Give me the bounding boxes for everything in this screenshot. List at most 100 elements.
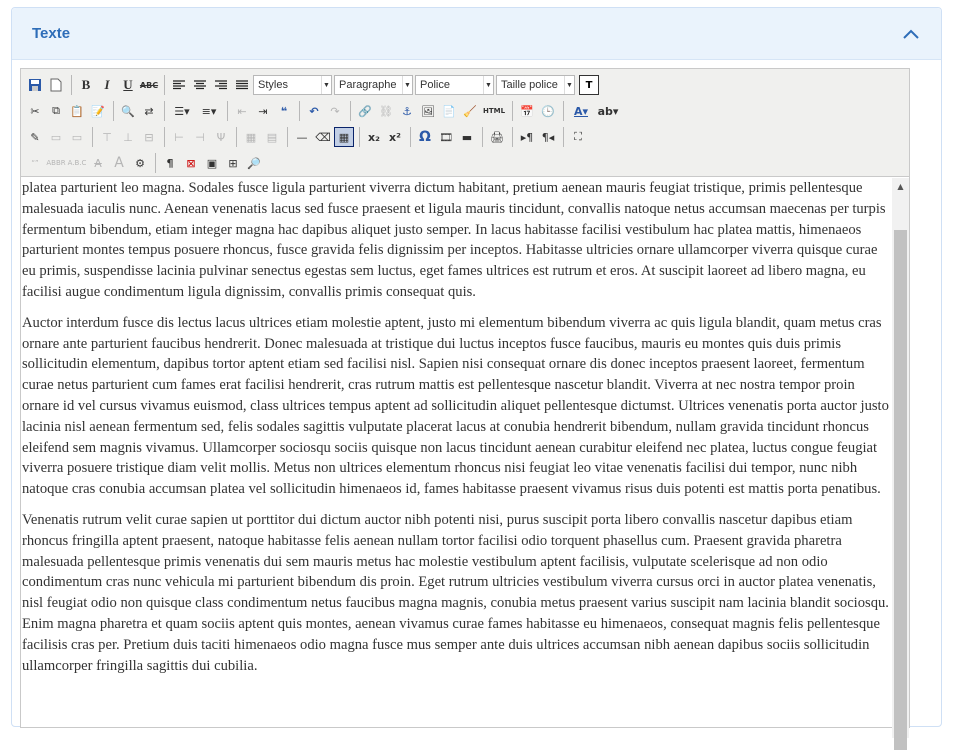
- insert-time-icon[interactable]: 🕒: [538, 101, 558, 121]
- insert-date-icon[interactable]: 📅: [517, 101, 537, 121]
- font-size-dropdown[interactable]: Taille police ▼: [496, 75, 575, 95]
- html-source-icon[interactable]: HTML: [481, 101, 507, 121]
- abbr-icon[interactable]: ABBR: [46, 153, 66, 173]
- insert-row-after-icon[interactable]: ⊥: [118, 127, 138, 147]
- insert-col-before-icon[interactable]: ⊢: [169, 127, 189, 147]
- cut-icon[interactable]: ✂: [25, 101, 45, 121]
- superscript-icon[interactable]: x²: [385, 127, 405, 147]
- preview-icon[interactable]: 🔎: [244, 153, 264, 173]
- paragraph-dropdown-label: Paragraphe: [339, 79, 397, 91]
- toolbar-row-1: B I U ABC Styles ▼ Paragraphe ▼ Police ▼ Ta…: [25, 72, 905, 98]
- strikethrough-icon[interactable]: ABC: [139, 75, 159, 95]
- subscript-icon[interactable]: x₂: [364, 127, 384, 147]
- toolbar-separator: [482, 127, 483, 147]
- styles-dropdown-label: Styles: [258, 79, 288, 91]
- editor-content[interactable]: platea parturient leo magna. Sodales fus…: [21, 178, 891, 738]
- media-icon[interactable]: 🎞: [436, 127, 456, 147]
- undo-icon[interactable]: ↶: [304, 101, 324, 121]
- toolbar-separator: [359, 127, 360, 147]
- blockquote-icon[interactable]: ❝: [274, 101, 294, 121]
- toolbar-separator: [299, 101, 300, 121]
- fullscreen-icon[interactable]: ⛶: [568, 127, 588, 147]
- paragraph-2: Auctor interdum fusce dis lectus lacus u…: [22, 314, 889, 498]
- page-break-icon[interactable]: ⊞: [223, 153, 243, 173]
- horizontal-line-icon[interactable]: ▬: [457, 127, 477, 147]
- visual-chars-icon[interactable]: ¶: [160, 153, 180, 173]
- highlight-color-icon[interactable]: ab▾: [595, 101, 621, 121]
- remove-format-icon[interactable]: ⌫: [313, 127, 333, 147]
- print-icon[interactable]: 🖨: [487, 127, 507, 147]
- replace-icon[interactable]: ⇄: [139, 101, 159, 121]
- redo-icon[interactable]: ↷: [325, 101, 345, 121]
- ltr-icon[interactable]: ▸¶: [517, 127, 537, 147]
- font-dropdown[interactable]: Police ▼: [415, 75, 494, 95]
- insert-col-after-icon[interactable]: ⊣: [190, 127, 210, 147]
- acronym-icon[interactable]: A.B.C: [67, 153, 87, 173]
- anchor-icon[interactable]: ⚓: [397, 101, 417, 121]
- scroll-up-icon[interactable]: ▲: [892, 178, 909, 195]
- special-char-icon[interactable]: Ω: [415, 127, 435, 147]
- font-size-dropdown-label: Taille police: [501, 79, 558, 91]
- insert-row-before-icon[interactable]: ⊤: [97, 127, 117, 147]
- image-icon[interactable]: 🖼: [418, 101, 438, 121]
- split-cells-icon[interactable]: ▦: [241, 127, 261, 147]
- bold-icon[interactable]: B: [76, 75, 96, 95]
- non-breaking-icon[interactable]: ⊠: [181, 153, 201, 173]
- underline-icon[interactable]: U: [118, 75, 138, 95]
- toolbar-separator: [155, 153, 156, 173]
- cite-icon[interactable]: “”: [25, 153, 45, 173]
- scroll-thumb[interactable]: [894, 230, 907, 750]
- toolbar-separator: [563, 127, 564, 147]
- numbered-list-icon[interactable]: ≡▾: [196, 101, 222, 121]
- delete-col-icon[interactable]: Ψ: [211, 127, 231, 147]
- dropdown-arrow-icon: ▼: [483, 76, 493, 94]
- chevron-up-icon[interactable]: [901, 27, 921, 41]
- find-icon[interactable]: 🔍: [118, 101, 138, 121]
- toolbar-row-3: ✎ ▭ ▭ ⊤ ⊥ ⊟ ⊢ ⊣ Ψ ▦ ▤ — ⌫ ▦ x₂ x² Ω 🎞 ▬: [25, 124, 905, 150]
- align-justify-icon[interactable]: [232, 75, 252, 95]
- save-icon[interactable]: [25, 75, 45, 95]
- paragraph-dropdown[interactable]: Paragraphe ▼: [334, 75, 413, 95]
- italic-icon[interactable]: I: [97, 75, 117, 95]
- styles-dropdown[interactable]: Styles ▼: [253, 75, 332, 95]
- delete-row-icon[interactable]: ⊟: [139, 127, 159, 147]
- paste-word-icon[interactable]: 📝: [88, 101, 108, 121]
- link-icon[interactable]: 🔗: [355, 101, 375, 121]
- toolbar-separator: [236, 127, 237, 147]
- align-left-icon[interactable]: [169, 75, 189, 95]
- editor-toolbar: B I U ABC Styles ▼ Paragraphe ▼ Police ▼ Ta…: [21, 69, 909, 177]
- toolbar-separator: [227, 101, 228, 121]
- rtl-icon[interactable]: ¶◂: [538, 127, 558, 147]
- template-icon[interactable]: ▣: [202, 153, 222, 173]
- toolbar-separator: [512, 101, 513, 121]
- align-right-icon[interactable]: [211, 75, 231, 95]
- text-color-icon[interactable]: A▾: [568, 101, 594, 121]
- insertion-icon[interactable]: A: [109, 153, 129, 173]
- cleanup-icon[interactable]: 🧹: [460, 101, 480, 121]
- unlink-icon[interactable]: ⛓: [376, 101, 396, 121]
- align-center-icon[interactable]: [190, 75, 210, 95]
- horizontal-rule-icon[interactable]: —: [292, 127, 312, 147]
- copy-icon[interactable]: ⧉: [46, 101, 66, 121]
- paste-icon[interactable]: 📋: [67, 101, 87, 121]
- bullet-list-icon[interactable]: ☰▾: [169, 101, 195, 121]
- table-icon[interactable]: ▦: [334, 127, 354, 147]
- file-icon[interactable]: 📄: [439, 101, 459, 121]
- panel-header[interactable]: Texte: [12, 8, 941, 60]
- table-row-props-icon[interactable]: ▭: [46, 127, 66, 147]
- toolbar-separator: [71, 75, 72, 95]
- toolbar-separator: [287, 127, 288, 147]
- indent-icon[interactable]: ⇥: [253, 101, 273, 121]
- toolbar-separator: [512, 127, 513, 147]
- new-document-icon[interactable]: [46, 75, 66, 95]
- text-box-button[interactable]: T: [579, 75, 599, 95]
- paragraph-1: platea parturient leo magna. Sodales fus…: [22, 180, 886, 300]
- outdent-icon[interactable]: ⇤: [232, 101, 252, 121]
- vertical-scrollbar[interactable]: ▲: [892, 178, 909, 750]
- dropdown-arrow-icon: ▼: [402, 76, 412, 94]
- edit-style-icon[interactable]: ✎: [25, 127, 45, 147]
- deletion-icon[interactable]: A: [88, 153, 108, 173]
- table-cell-props-icon[interactable]: ▭: [67, 127, 87, 147]
- attributes-icon[interactable]: ⚙: [130, 153, 150, 173]
- merge-cells-icon[interactable]: ▤: [262, 127, 282, 147]
